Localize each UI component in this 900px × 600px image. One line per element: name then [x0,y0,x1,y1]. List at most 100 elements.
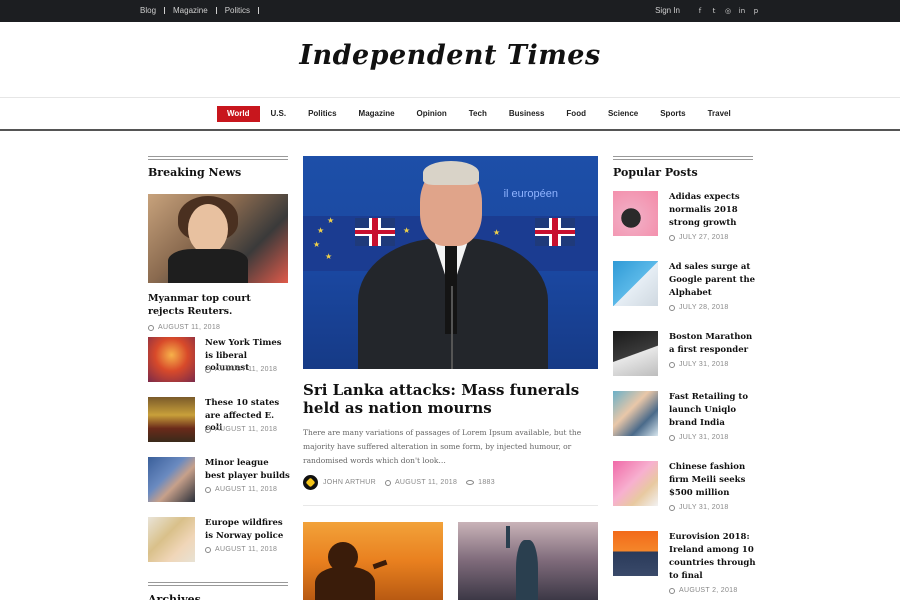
nav-item-travel[interactable]: Travel [697,106,742,122]
view-count: 1883 [478,479,495,486]
top-link-politics[interactable]: Politics [225,6,250,15]
list-item[interactable]: New York Times is liberal columnst AUGUS… [148,337,288,385]
clock-icon [669,361,675,368]
breaking-feature-title[interactable]: Myanmar top court rejects Reuters. [148,292,288,318]
clock-icon [669,504,675,511]
popular-posts-heading: Popular Posts [613,156,753,179]
image-caption-text: il européen [503,188,558,200]
date-text: AUGUST 11, 2018 [215,546,278,553]
top-link-magazine[interactable]: Magazine [173,6,208,15]
item-date: JULY 31, 2018 [669,361,729,368]
item-date: AUGUST 11, 2018 [205,486,277,493]
clock-icon [148,324,154,331]
item-title[interactable]: Europe wildfires is Norway police [205,517,290,542]
nav-item-tech[interactable]: Tech [458,106,498,122]
author-name[interactable]: JOHN ARTHUR [323,479,376,486]
thumbnail-image[interactable] [148,397,195,442]
archives-heading: Archives [148,582,288,600]
date-text: AUGUST 11, 2018 [158,324,221,331]
thumbnail-image[interactable] [613,391,658,436]
item-title[interactable]: Fast Retailing to launch Uniqlo brand In… [669,391,757,430]
date-text: AUGUST 11, 2018 [215,486,278,493]
thumbnail-image[interactable] [148,337,195,382]
thumbnail-image[interactable] [148,517,195,562]
clock-icon [669,234,675,241]
list-item[interactable]: Europe wildfires is Norway police AUGUST… [148,517,288,565]
nav-item-business[interactable]: Business [498,106,556,122]
nav-item-world[interactable]: World [217,106,260,122]
clock-icon [669,434,675,441]
breaking-feature-date: AUGUST 11, 2018 [148,324,220,331]
breaking-feature-image[interactable] [148,194,288,283]
nav-item-politics[interactable]: Politics [297,106,347,122]
secondary-article-image[interactable] [458,522,598,600]
linkedin-icon[interactable]: in [738,7,746,15]
main-article-title[interactable]: Sri Lanka attacks: Mass funerals held as… [303,381,598,417]
clock-icon [205,546,211,553]
thumbnail-image[interactable] [613,531,658,576]
item-title[interactable]: Boston Marathon a first responder [669,331,757,357]
item-date: JULY 31, 2018 [669,504,729,511]
author-avatar[interactable] [303,475,318,490]
item-title[interactable]: Eurovision 2018: Ireland among 10 countr… [669,531,757,583]
item-title[interactable]: Adidas expects normalis 2018 strong grow… [669,191,757,230]
secondary-article-image[interactable] [303,522,443,600]
thumbnail-image[interactable] [148,457,195,502]
item-date: JULY 28, 2018 [669,304,729,311]
item-date: JULY 27, 2018 [669,234,729,241]
clock-icon [205,426,211,433]
date-text: AUGUST 11, 2018 [215,426,278,433]
item-date: AUGUST 11, 2018 [205,366,277,373]
thumbnail-image[interactable] [613,331,658,376]
nav-item-magazine[interactable]: Magazine [348,106,406,122]
top-links: Blog Magazine Politics [140,6,267,15]
divider [215,7,217,14]
article-date: AUGUST 11, 2018 [394,479,458,486]
list-item[interactable]: These 10 states are affected E. coli AUG… [148,397,288,445]
thumbnail-image[interactable] [613,191,658,236]
item-date: AUGUST 11, 2018 [205,546,277,553]
thumbnail-image[interactable] [613,461,658,506]
date-text: JULY 31, 2018 [679,434,729,441]
list-item[interactable]: Minor league best player builds AUGUST 1… [148,457,290,505]
main-article-meta: JOHN ARTHUR AUGUST 11, 2018 1883 [303,475,598,490]
divider [258,7,260,14]
item-date: JULY 31, 2018 [669,434,729,441]
clock-icon [205,486,211,493]
nav-item-science[interactable]: Science [597,106,649,122]
date-text: JULY 27, 2018 [679,234,729,241]
site-logo[interactable]: Independent Times [0,40,900,71]
instagram-icon[interactable]: ◎ [724,7,732,15]
nav-item-food[interactable]: Food [555,106,597,122]
top-link-blog[interactable]: Blog [140,6,156,15]
sign-in-link[interactable]: Sign In [655,6,680,15]
nav-item-opinion[interactable]: Opinion [406,106,458,122]
item-title[interactable]: Ad sales surge at Google parent the Alph… [669,261,757,300]
eye-icon [466,480,475,485]
divider [303,505,598,506]
breaking-news-heading: Breaking News [148,156,288,179]
date-text: JULY 31, 2018 [679,361,729,368]
divider [164,7,166,14]
main-nav: World U.S. Politics Magazine Opinion Tec… [0,98,900,131]
date-text: AUGUST 11, 2018 [215,366,278,373]
clock-icon [669,587,675,594]
nav-item-sports[interactable]: Sports [649,106,696,122]
thumbnail-image[interactable] [613,261,658,306]
masthead: Independent Times [0,22,900,98]
date-text: JULY 31, 2018 [679,504,729,511]
clock-icon [205,366,211,373]
top-bar: Blog Magazine Politics Sign In f t ◎ in … [0,0,900,22]
top-right: Sign In f t ◎ in p [655,6,760,15]
item-date: AUGUST 11, 2018 [205,426,277,433]
date-text: AUGUST 2, 2018 [679,587,738,594]
item-title[interactable]: Chinese fashion firm Meili seeks $500 mi… [669,461,757,500]
pinterest-icon[interactable]: p [752,7,760,15]
item-date: AUGUST 2, 2018 [669,587,738,594]
twitter-icon[interactable]: t [710,7,718,15]
main-article-image[interactable]: il européen ★ ★ ★ ★ ★ ★ ★ ★ [303,156,598,369]
nav-item-us[interactable]: U.S. [260,106,298,122]
main-article-excerpt: There are many variations of passages of… [303,428,582,465]
facebook-icon[interactable]: f [696,7,704,15]
item-title[interactable]: Minor league best player builds [205,457,290,482]
